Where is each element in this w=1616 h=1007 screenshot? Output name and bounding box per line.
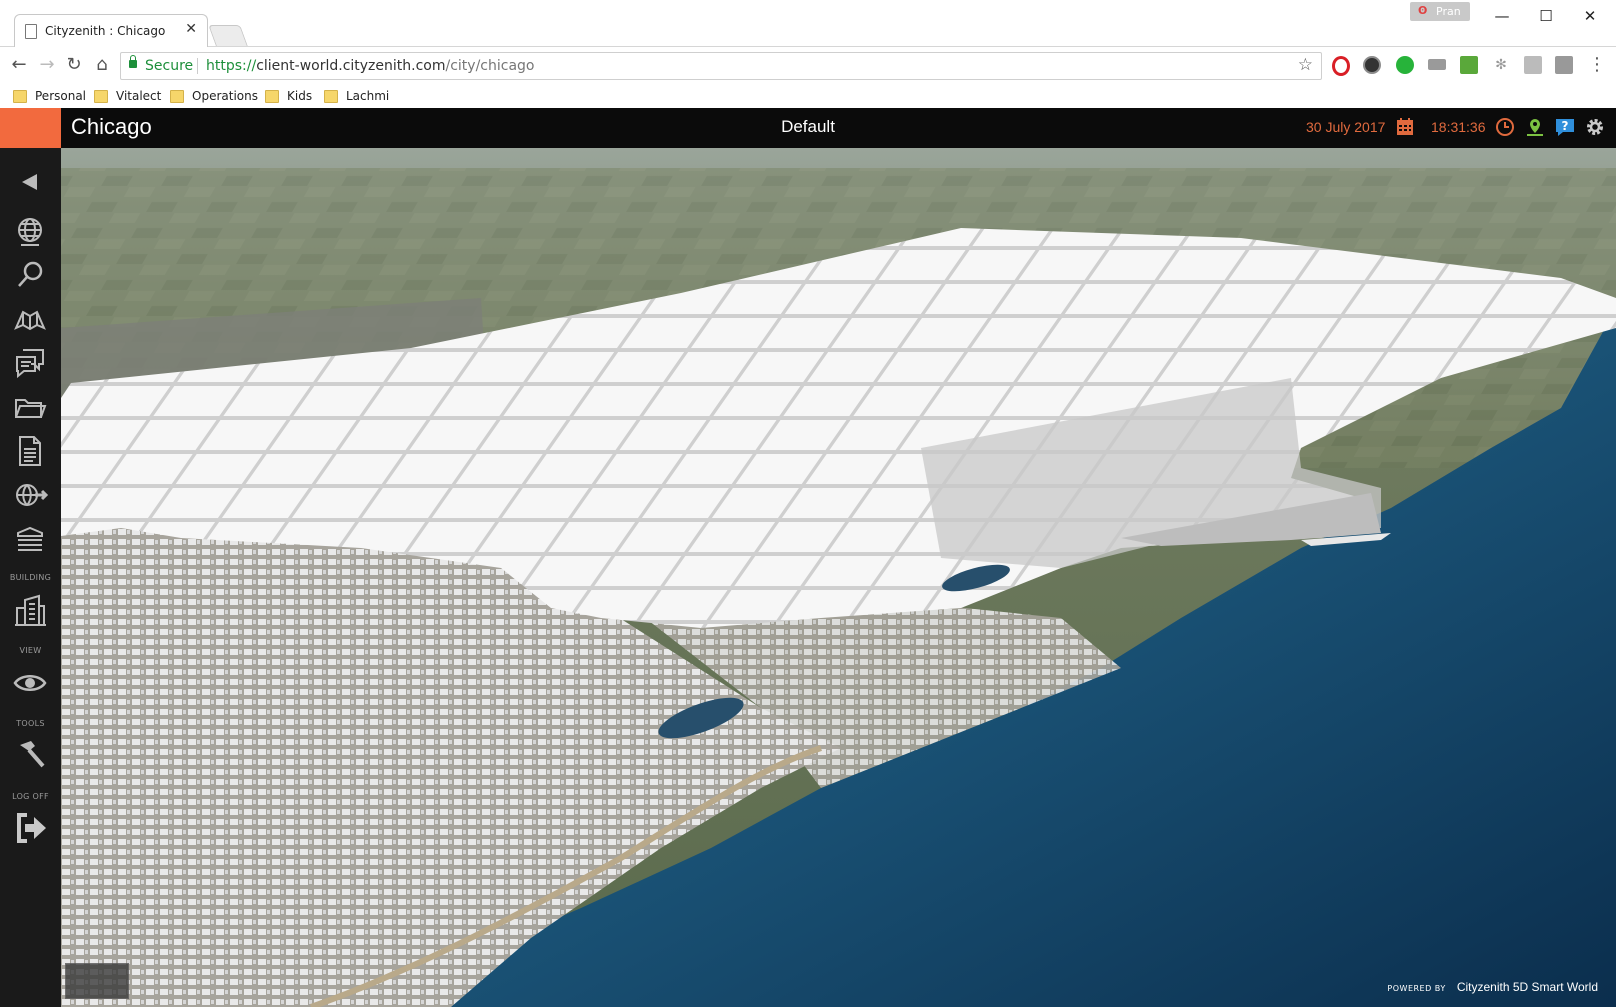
close-window-button[interactable]: ✕	[1570, 4, 1610, 28]
product-name: Cityzenith 5D Smart World	[1456, 980, 1598, 994]
browser-menu-icon[interactable]: ⋮	[1586, 54, 1608, 76]
lock-icon	[129, 55, 137, 68]
url-host: client-world.cityzenith.com	[256, 58, 446, 74]
pdf-extension-icon[interactable]	[1524, 56, 1542, 74]
document-icon	[19, 436, 41, 466]
section-label-building: BUILDING	[9, 573, 52, 582]
buildings-icon	[15, 594, 46, 626]
sidebar-item-maps[interactable]	[9, 300, 51, 340]
search-icon	[18, 261, 43, 287]
sidebar-item-files[interactable]	[9, 388, 51, 428]
bookmark-label: Lachmi	[346, 89, 390, 103]
logout-icon	[17, 813, 46, 843]
folder-icon	[324, 90, 338, 103]
sidebar-item-buildings[interactable]	[9, 592, 51, 632]
powered-by-label: POWERED BY	[1387, 984, 1446, 993]
app-header: Chicago Default 30 July 2017 18:31:36 ?	[0, 108, 1616, 148]
browser-toolbar: ← → ↻ ⌂ Secure https://client-world.city…	[0, 47, 1616, 85]
sidebar-item-logoff[interactable]	[9, 808, 51, 848]
maximize-button[interactable]: ☐	[1526, 4, 1566, 28]
secure-label: Secure	[145, 58, 194, 74]
snowflake-extension-icon[interactable]: ✻	[1492, 56, 1510, 74]
collapse-arrow-icon	[22, 174, 37, 190]
sidebar-item-tools[interactable]	[9, 736, 51, 776]
address-bar[interactable]: Secure https://client-world.cityzenith.c…	[120, 52, 1322, 80]
bookmark-label: Personal	[35, 89, 87, 103]
url-text: https://client-world.cityzenith.com/city…	[206, 58, 534, 74]
chat-icon	[16, 349, 44, 379]
sidebar-item-search[interactable]	[9, 256, 51, 296]
sidebar-item-layers[interactable]	[9, 520, 51, 560]
sidebar-item-view[interactable]	[9, 663, 51, 703]
browser-titlebar: Cityzenith : Chicago ✕ ʘ Pran — ☐ ✕	[0, 0, 1616, 48]
folder-icon	[170, 90, 184, 103]
clock-icon[interactable]	[1494, 116, 1516, 138]
folder-icon	[94, 90, 108, 103]
reload-icon[interactable]: ↻	[63, 54, 85, 76]
whatsapp-extension-icon[interactable]	[1396, 56, 1414, 74]
opera-extension-icon[interactable]	[1332, 56, 1350, 76]
date-display[interactable]: 30 July 2017	[1306, 119, 1385, 135]
section-label-logoff: LOG OFF	[12, 792, 49, 801]
omnibox-divider	[197, 58, 198, 74]
forward-arrow-icon[interactable]: →	[36, 54, 58, 76]
city-3d-map-viewport[interactable]: POWERED BY Cityzenith 5D Smart World	[61, 148, 1616, 1007]
minimize-button[interactable]: —	[1482, 4, 1522, 28]
new-tab-button[interactable]	[208, 25, 248, 46]
folder-icon	[13, 90, 27, 103]
bookmark-star-icon[interactable]: ☆	[1298, 55, 1313, 75]
globe-arrow-icon	[16, 484, 49, 506]
map-book-icon	[14, 310, 46, 331]
back-arrow-icon[interactable]: ←	[8, 54, 30, 76]
page-favicon-icon	[25, 24, 37, 39]
map-scene	[61, 148, 1616, 1007]
help-icon[interactable]: ?	[1554, 116, 1576, 138]
hammer-icon	[20, 741, 45, 768]
section-label-tools: TOOLS	[16, 719, 45, 728]
bookmark-label: Vitalect	[116, 89, 162, 103]
sidebar-item-share[interactable]	[9, 476, 51, 516]
svg-text:?: ?	[1562, 119, 1569, 133]
browser-tab-active[interactable]: Cityzenith : Chicago ✕	[14, 14, 208, 48]
left-sidebar: BUILDING VIEW TOOLS LOG OFF	[0, 148, 62, 1007]
sidebar-item-reports[interactable]	[9, 432, 51, 472]
url-path: /city/chicago	[445, 58, 535, 74]
url-scheme: https://	[206, 58, 257, 74]
folder-icon	[15, 399, 47, 418]
bookmark-label: Operations	[192, 89, 258, 103]
section-label-view: VIEW	[19, 646, 42, 655]
eye-icon	[13, 675, 47, 691]
time-display[interactable]: 18:31:36	[1431, 119, 1486, 135]
color-extension-icon[interactable]	[1363, 56, 1381, 74]
powered-by-footer: POWERED BY Cityzenith 5D Smart World	[1387, 976, 1598, 995]
bookmarks-bar: Personal Vitalect Operations Kids Lachmi	[0, 85, 1616, 109]
sidebar-item-globe[interactable]	[9, 212, 51, 252]
layers-icon	[17, 526, 43, 551]
profile-button[interactable]: ʘ Pran	[1410, 2, 1470, 21]
city-title: Chicago	[71, 114, 152, 139]
home-icon[interactable]: ⌂	[91, 54, 113, 76]
globe-icon	[18, 218, 42, 246]
settings-gear-icon[interactable]	[1584, 116, 1606, 138]
profile-name: Pran	[1436, 5, 1461, 18]
tab-title: Cityzenith : Chicago	[45, 24, 166, 38]
sidebar-collapse-button[interactable]	[9, 162, 51, 202]
minimap-thumbnail[interactable]	[65, 963, 129, 999]
brand-logo[interactable]	[0, 108, 61, 148]
bookmark-label: Kids	[287, 89, 313, 103]
folder-icon	[265, 90, 279, 103]
profile-icon: ʘ	[1418, 4, 1428, 17]
sidebar-item-comments[interactable]	[9, 344, 51, 384]
location-pin-icon[interactable]	[1524, 116, 1546, 138]
m-extension-icon[interactable]	[1460, 56, 1478, 74]
cast-extension-icon[interactable]	[1428, 59, 1446, 70]
tab-close-icon[interactable]: ✕	[185, 21, 197, 37]
calendar-icon[interactable]	[1394, 116, 1416, 138]
g-extension-icon[interactable]	[1555, 56, 1573, 74]
